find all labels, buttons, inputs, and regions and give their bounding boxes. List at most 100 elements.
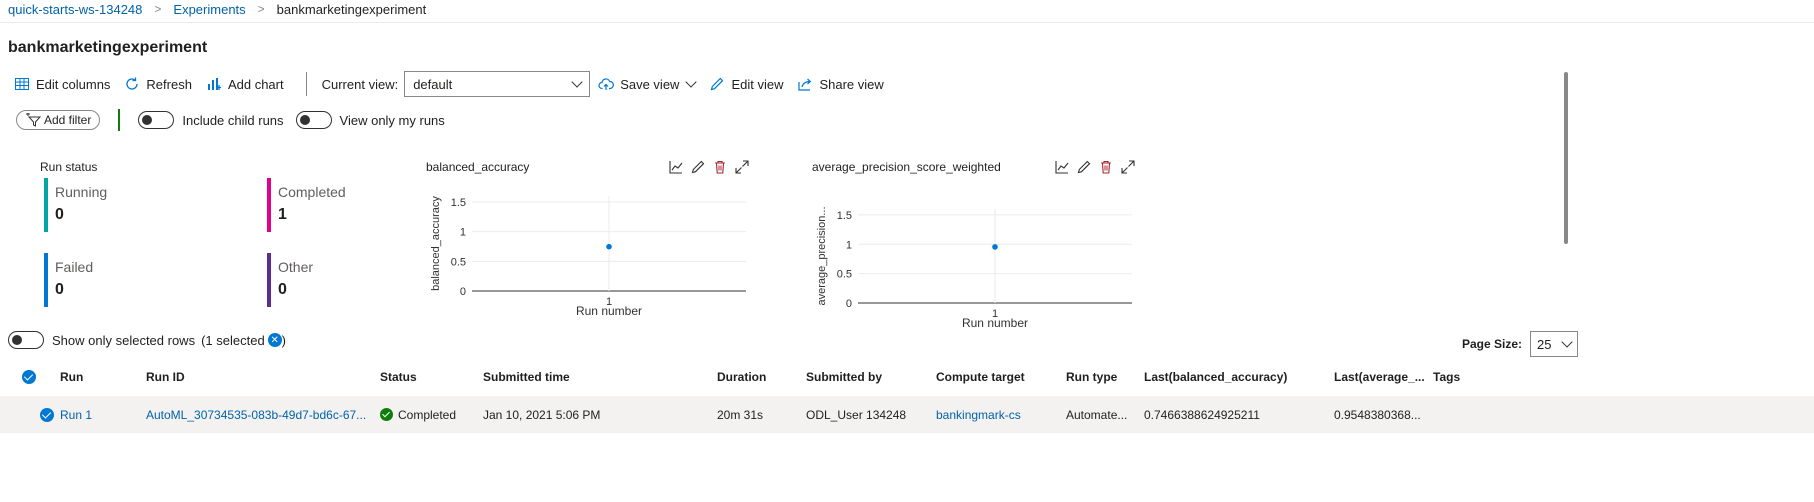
show-only-selected-row: Show only selected rows (1 selected ✕ ): [8, 331, 286, 349]
table-icon: [14, 76, 30, 92]
column-header-status[interactable]: Status: [380, 370, 417, 384]
column-header-compute-target[interactable]: Compute target: [936, 370, 1025, 384]
run-type-cell: Automate...: [1066, 408, 1128, 422]
view-only-my-runs-toggle[interactable]: View only my runs: [295, 111, 445, 129]
run-status-title: Run status: [40, 160, 98, 174]
breadcrumb-workspace-link[interactable]: quick-starts-ws-134248: [8, 2, 142, 17]
refresh-icon: [124, 76, 140, 92]
select-all-checkbox[interactable]: [22, 370, 36, 384]
balanced-accuracy-chart: 00.511.51Run numberbalanced_accuracy: [430, 196, 746, 318]
clear-selection-icon[interactable]: ✕: [267, 333, 282, 347]
trash-icon[interactable]: [712, 159, 728, 175]
column-header-duration[interactable]: Duration: [717, 370, 766, 384]
submitted-time-cell: Jan 10, 2021 5:06 PM: [483, 408, 601, 422]
data-point: [992, 244, 998, 250]
current-view-dropdown[interactable]: default: [404, 71, 591, 97]
y-tick-label: 1.5: [451, 197, 466, 209]
breadcrumb-experiments-link[interactable]: Experiments: [173, 2, 245, 17]
edit-view-button[interactable]: Edit view: [709, 76, 783, 92]
column-header-run[interactable]: Run: [60, 370, 83, 384]
line-chart-icon[interactable]: [668, 159, 684, 175]
status-card-label: Failed: [55, 259, 94, 275]
expand-icon[interactable]: [1120, 159, 1136, 175]
chevron-down-icon: [685, 76, 698, 88]
refresh-button[interactable]: Refresh: [124, 76, 192, 92]
breadcrumb-current: bankmarketingexperiment: [276, 1, 427, 17]
cloud-upload-icon: [598, 76, 615, 92]
divider: [0, 22, 1814, 23]
chart-title: average_precision_score_weighted: [812, 160, 1001, 174]
column-header-submitted-by[interactable]: Submitted by: [806, 370, 882, 384]
chart-actions: [662, 159, 750, 175]
show-only-selected-toggle[interactable]: [8, 331, 44, 349]
pencil-icon[interactable]: [1076, 159, 1092, 175]
include-child-runs-toggle[interactable]: Include child runs: [138, 111, 284, 129]
save-view-button[interactable]: Save view: [598, 76, 698, 92]
page-size-dropdown[interactable]: 25: [1530, 331, 1579, 357]
toolbar-divider: [305, 72, 307, 96]
y-axis-label: balanced_accuracy: [430, 196, 442, 291]
show-only-selected-label: Show only selected rows: [52, 332, 196, 348]
filter-add-icon: [25, 113, 41, 127]
vertical-scrollbar[interactable]: [1564, 72, 1568, 244]
current-view-value: default: [413, 76, 453, 92]
share-view-button[interactable]: Share view: [797, 76, 884, 92]
y-tick-label: 1.5: [837, 210, 852, 222]
column-header-run-type[interactable]: Run type: [1066, 370, 1117, 384]
status-card-value: 0: [55, 281, 64, 298]
compute-target-link[interactable]: bankingmark-cs: [936, 408, 1021, 422]
column-header-tags[interactable]: Tags: [1433, 370, 1460, 384]
y-tick-label: 0.5: [837, 269, 852, 281]
add-filter-button[interactable]: Add filter: [16, 110, 101, 130]
column-header-run-id[interactable]: Run ID: [146, 370, 185, 384]
page-title: bankmarketingexperiment: [8, 39, 208, 56]
toggle-switch[interactable]: [138, 111, 175, 129]
y-tick-label: 0: [846, 298, 852, 310]
column-header-submitted-time[interactable]: Submitted time: [483, 370, 570, 384]
pencil-icon: [709, 76, 725, 92]
running-status-card: Running 0: [44, 178, 184, 232]
failed-status-card: Failed 0: [44, 253, 184, 307]
status-card-value: 0: [278, 281, 287, 298]
x-axis-label: Run number: [576, 304, 642, 318]
page-size-value: 25: [1537, 336, 1552, 352]
edit-view-label: Edit view: [731, 76, 784, 92]
line-chart-icon[interactable]: [1054, 159, 1070, 175]
share-view-label: Share view: [819, 76, 884, 92]
filter-row: Add filter Include child runs View only …: [16, 109, 457, 131]
trash-icon[interactable]: [1098, 159, 1114, 175]
page-size-control: Page Size: 25: [1462, 331, 1579, 357]
run-link[interactable]: Run 1: [60, 408, 92, 422]
toolbar: Edit columns Refresh Add chart Current v…: [14, 71, 898, 97]
chevron-down-icon: [571, 76, 583, 88]
breadcrumb: quick-starts-ws-134248 > Experiments > b…: [8, 0, 426, 18]
expand-icon[interactable]: [734, 159, 750, 175]
add-filter-label: Add filter: [44, 113, 92, 127]
y-tick-label: 1: [460, 227, 466, 239]
run-id-link[interactable]: AutoML_30734535-083b-49d7-bd6c-67...: [146, 408, 366, 422]
other-status-card: Other 0: [267, 253, 407, 307]
chart-actions: [1048, 159, 1136, 175]
status-card-value: 1: [278, 206, 287, 223]
pencil-icon[interactable]: [690, 159, 706, 175]
duration-cell: 20m 31s: [717, 408, 764, 422]
add-chart-button[interactable]: Add chart: [206, 76, 284, 92]
column-header-last-balanced-accuracy[interactable]: Last(balanced_accuracy): [1144, 370, 1287, 384]
edit-columns-label: Edit columns: [36, 76, 111, 92]
status-card-label: Running: [55, 184, 108, 200]
completed-status-card: Completed 1: [267, 178, 407, 232]
include-child-runs-label: Include child runs: [182, 112, 284, 128]
column-header-last-average[interactable]: Last(average_...: [1334, 370, 1425, 384]
page-size-label: Page Size:: [1462, 337, 1523, 351]
share-icon: [797, 76, 813, 92]
last-balanced-accuracy-cell: 0.7466388624925211: [1144, 408, 1260, 422]
toggle-switch[interactable]: [295, 111, 332, 129]
y-tick-label: 1: [846, 239, 852, 251]
average-precision-chart: 00.511.51Run numberaverage_precision...: [816, 206, 1132, 330]
row-checkbox[interactable]: [39, 408, 54, 422]
chart-title: balanced_accuracy: [426, 160, 530, 174]
edit-columns-button[interactable]: Edit columns: [14, 76, 110, 92]
selected-count-close: ): [281, 332, 287, 348]
last-average-cell: 0.9548380368...: [1334, 408, 1421, 422]
data-point: [606, 243, 612, 250]
